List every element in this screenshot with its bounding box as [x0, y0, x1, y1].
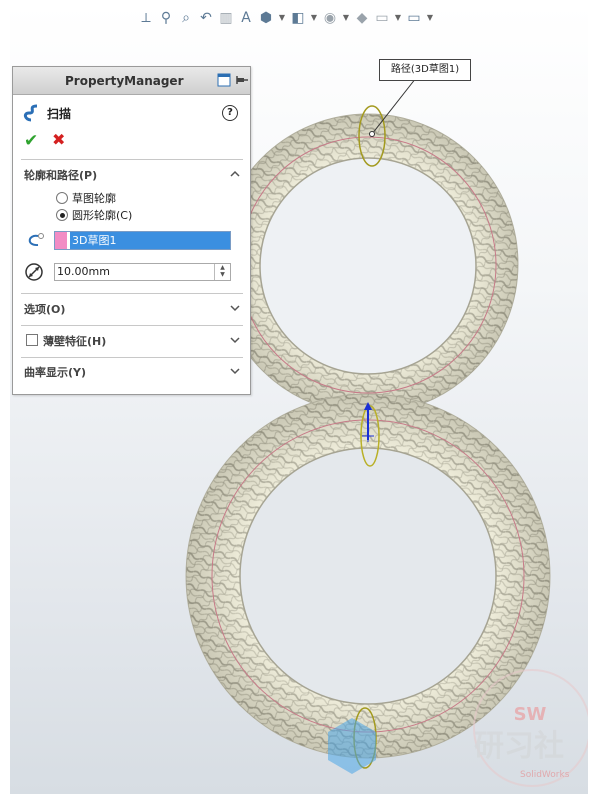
- chevron-down-icon[interactable]: [230, 366, 240, 376]
- chevron-down-icon[interactable]: ▼: [278, 10, 286, 26]
- heads-up-view-toolbar: ⟂ ⚲ ⌕ ↶ ▥ A ⬢ ▼ ◧ ▼ ◉ ▼ ◆ ▭ ▼ ▭ ▼: [138, 6, 434, 30]
- selection-color-swatch: [55, 232, 67, 249]
- display-style-icon[interactable]: ◧: [290, 10, 306, 26]
- section-title-options[interactable]: 选项(O): [24, 301, 65, 317]
- diameter-value: 10.00mm: [57, 265, 110, 278]
- divider: [21, 159, 243, 160]
- section-title-profile-path[interactable]: 轮廓和路径(P): [24, 167, 97, 183]
- radio-circular-profile[interactable]: 圆形轮廓(C): [56, 207, 132, 223]
- cancel-x-icon[interactable]: ✖: [52, 130, 65, 149]
- radio-button-selected[interactable]: [56, 209, 68, 221]
- section-title-thin-feature[interactable]: 薄壁特征(H): [43, 333, 106, 349]
- spinner[interactable]: ▲ ▼: [214, 264, 230, 280]
- path-selection-box[interactable]: 3D草图1: [54, 231, 231, 250]
- diameter-input[interactable]: 10.00mm ▲ ▼: [54, 263, 231, 281]
- help-icon[interactable]: ?: [222, 105, 238, 121]
- radio-label: 草图轮廓: [72, 192, 116, 205]
- upper-ring: [217, 113, 519, 415]
- apply-scene-icon[interactable]: ▭: [374, 10, 390, 26]
- chevron-down-icon[interactable]: ▼: [342, 10, 350, 26]
- view-settings-icon[interactable]: ▭: [406, 10, 422, 26]
- divider: [21, 357, 243, 358]
- view-orientation-icon[interactable]: ⟂: [138, 10, 154, 26]
- radio-sketch-profile[interactable]: 草图轮廓: [56, 190, 116, 206]
- path-selection-value: 3D草图1: [70, 232, 230, 249]
- path-selection-icon: [28, 233, 44, 247]
- divider: [21, 293, 243, 294]
- feature-name: 扫描: [47, 106, 72, 121]
- chevron-down-icon[interactable]: ▼: [310, 10, 318, 26]
- chevron-down-icon[interactable]: ▼: [394, 10, 402, 26]
- section-view-icon[interactable]: ▥: [218, 10, 234, 26]
- property-manager-title: PropertyManager: [65, 74, 184, 88]
- spin-up-icon[interactable]: ▲: [215, 264, 230, 271]
- lower-ring: [185, 393, 551, 759]
- divider: [21, 325, 243, 326]
- path-callout[interactable]: 路径(3D草图1): [379, 59, 471, 81]
- radio-label: 圆形轮廓(C): [72, 209, 133, 222]
- zoom-area-icon[interactable]: ⌕: [178, 10, 194, 26]
- section-title-curvature-display[interactable]: 曲率显示(Y): [24, 364, 86, 380]
- view-cube-icon[interactable]: ⬢: [258, 10, 274, 26]
- diameter-icon: [25, 263, 43, 281]
- chevron-up-icon[interactable]: [230, 169, 240, 179]
- spin-down-icon[interactable]: ▼: [215, 271, 230, 278]
- chevron-down-icon[interactable]: ▼: [426, 10, 434, 26]
- dynamic-annotation-icon[interactable]: A: [238, 10, 254, 26]
- ok-check-icon[interactable]: ✔: [24, 131, 38, 151]
- panel-layout-icon[interactable]: [217, 73, 231, 87]
- feature-header: 扫描: [23, 103, 71, 123]
- sweep-feature-icon: [23, 104, 38, 122]
- radio-button[interactable]: [56, 192, 68, 204]
- hide-show-icon[interactable]: ◉: [322, 10, 338, 26]
- watermark-sw: SW: [514, 704, 547, 725]
- zoom-to-fit-icon[interactable]: ⚲: [158, 10, 174, 26]
- chevron-down-icon[interactable]: [230, 303, 240, 313]
- previous-view-icon[interactable]: ↶: [198, 10, 214, 26]
- property-manager-panel: PropertyManager 扫描 ? ✔ ✖ 轮廓和路径(P) 草图轮廓 圆…: [12, 66, 251, 395]
- watermark-brand: 研习社: [474, 729, 564, 764]
- watermark-sub: SolidWorks: [520, 770, 570, 780]
- chevron-down-icon[interactable]: [230, 335, 240, 345]
- pin-icon[interactable]: [235, 73, 249, 87]
- property-manager-header: PropertyManager: [13, 67, 250, 95]
- thin-feature-checkbox[interactable]: [26, 334, 38, 346]
- edit-appearance-icon[interactable]: ◆: [354, 10, 370, 26]
